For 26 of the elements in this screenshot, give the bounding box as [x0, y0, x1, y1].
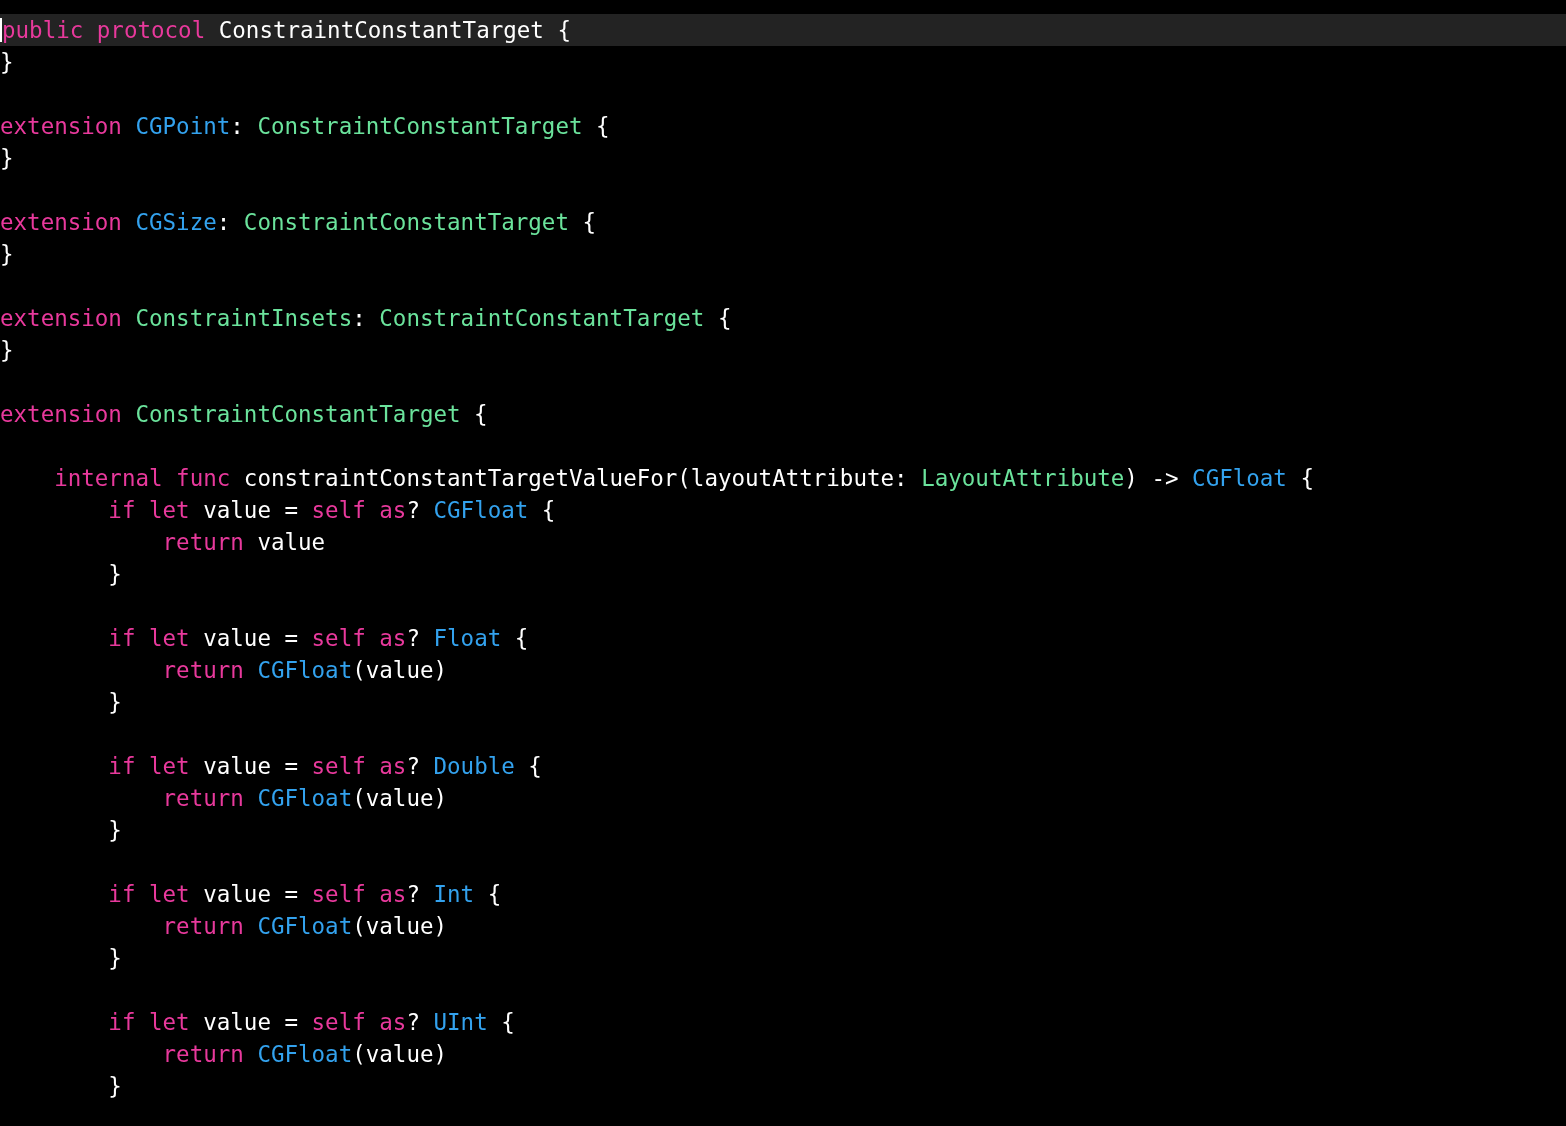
code-line: } [107, 560, 122, 589]
code-line: extension ConstraintInsets: ConstraintConstantTarget { [0, 304, 732, 333]
code-line: return value [161, 528, 326, 557]
code-line: if let value = self as? UInt { [107, 1008, 515, 1037]
code-line: } [0, 336, 14, 365]
code-line: return CGFloat(value) [161, 1040, 448, 1069]
code-line: extension CGSize: ConstraintConstantTarget { [0, 208, 597, 237]
code-line: return CGFloat(value) [161, 784, 448, 813]
code-line: return CGFloat(value) [161, 656, 448, 685]
code-line: } [0, 48, 14, 77]
code-line: } [107, 816, 122, 845]
code-line: if let value = self as? Float { [107, 624, 529, 653]
text-cursor [0, 18, 2, 42]
code-line: } [107, 1072, 122, 1101]
code-line: extension CGPoint: ConstraintConstantTarget { [0, 112, 610, 141]
code-line: } [0, 144, 14, 173]
code-line: if let value = self as? CGFloat { [107, 496, 556, 525]
code-line: } [107, 688, 122, 717]
code-line: if let value = self as? Int { [107, 880, 502, 909]
code-line: } [107, 944, 122, 973]
code-line: if let value = self as? Double { [107, 752, 542, 781]
code-line: extension ConstraintConstantTarget { [0, 400, 488, 429]
code-line: return CGFloat(value) [161, 912, 448, 941]
code-line: } [0, 240, 14, 269]
code-line: internal func constraintConstantTargetValueFor(layoutAttribute: LayoutAttribute) -> CGFloat { [53, 464, 1314, 493]
code-line: public protocol ConstraintConstantTarget { [2, 16, 571, 45]
